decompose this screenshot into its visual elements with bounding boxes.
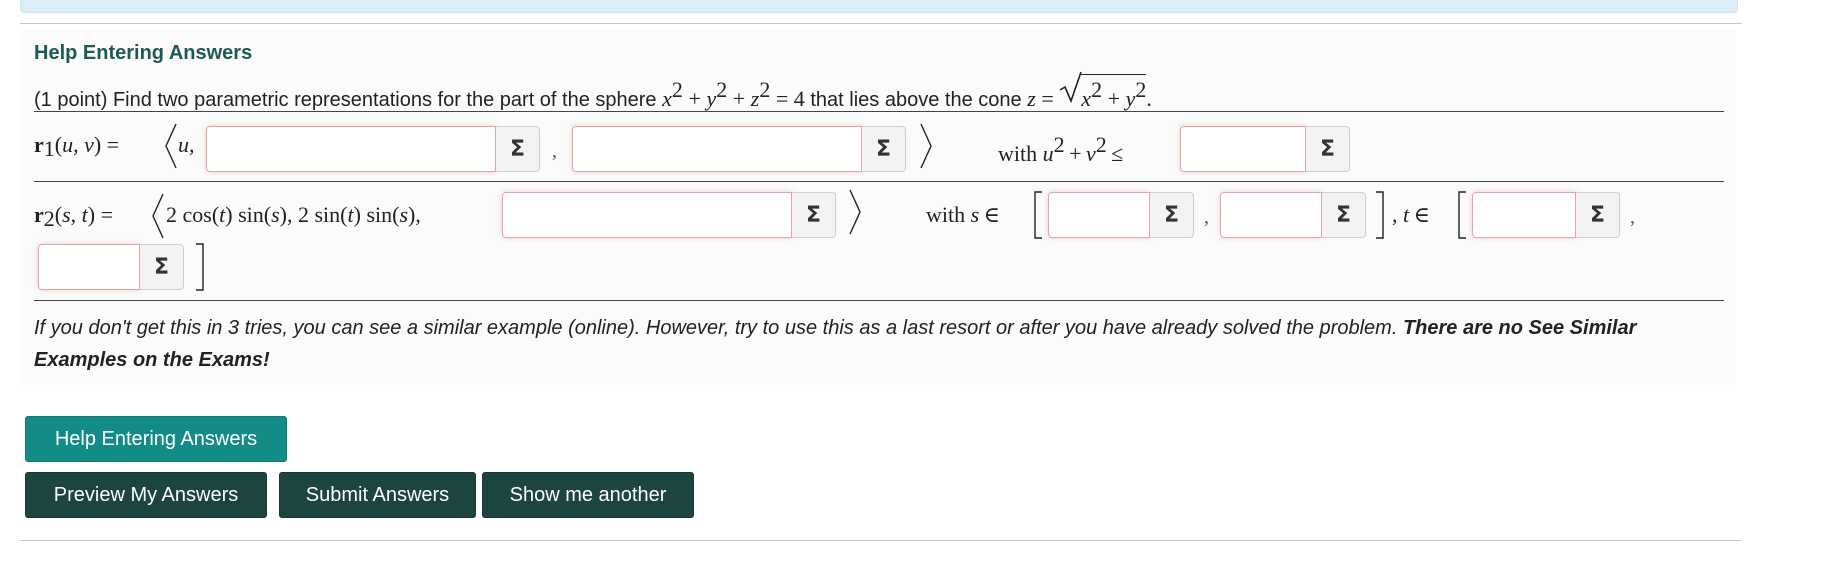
sigma-icon[interactable]: Σ (1322, 192, 1366, 238)
page: Help Entering Answers (1 point) Find two… (0, 0, 1835, 579)
sigma-icon[interactable]: Σ (1150, 192, 1194, 238)
help-entering-answers-link[interactable]: Help Entering Answers (34, 42, 252, 65)
comma: , (1204, 206, 1209, 228)
right-square-bracket (1376, 191, 1384, 239)
top-alert-bar (20, 0, 1738, 13)
s-lower-bound[interactable] (1048, 192, 1150, 238)
similar-example-note: If you don't get this in 3 tries, you ca… (34, 312, 1734, 376)
divider-3 (34, 300, 1724, 301)
r1-answer-1[interactable] (206, 126, 496, 172)
problem-statement-a: Find two parametric representations for … (112, 89, 657, 111)
r1-constraint: with u2 + v2 ≤ (998, 132, 1124, 166)
s-upper-bound[interactable] (1220, 192, 1322, 238)
r1-label: r1(u, v) = (34, 132, 120, 161)
submit-answers-button[interactable]: Submit Answers (279, 472, 476, 518)
r1-constraint-answer[interactable] (1180, 126, 1306, 172)
left-square-bracket (1458, 191, 1466, 239)
show-another-button[interactable]: Show me another (482, 472, 694, 518)
r2-label: r2(s, t) = (34, 202, 114, 231)
sphere-equation: x2 + y2 + z2 = 4 (662, 77, 805, 111)
note-text: If you don't get this in 3 tries, you ca… (34, 317, 1398, 339)
problem-statement-b: that lies above the cone (810, 89, 1022, 111)
right-angle-bracket (849, 189, 861, 235)
top-divider (20, 23, 1742, 24)
left-angle-bracket (165, 123, 177, 169)
sigma-icon[interactable]: Σ (1306, 126, 1350, 172)
preview-answers-button[interactable]: Preview My Answers (25, 472, 267, 518)
left-angle-bracket (152, 193, 164, 239)
cone-equation: z = x2 + y2 . (1027, 71, 1152, 111)
t-range-label: , t ∈ (1392, 202, 1430, 227)
right-square-bracket (196, 243, 204, 291)
divider-2 (34, 181, 1724, 182)
bottom-divider (20, 540, 1742, 541)
divider-1 (34, 111, 1724, 112)
problem-points: (1 point) (34, 89, 108, 111)
right-angle-bracket (920, 123, 932, 169)
sigma-icon[interactable]: Σ (496, 126, 540, 172)
r2-answer-3rd-component[interactable] (502, 192, 792, 238)
sigma-icon[interactable]: Σ (862, 126, 906, 172)
t-upper-bound[interactable] (38, 244, 140, 290)
sigma-icon[interactable]: Σ (140, 244, 184, 290)
s-range-label: with s ∈ (926, 202, 1000, 227)
comma: , (1630, 206, 1635, 228)
r1-answer-2[interactable] (572, 126, 862, 172)
sigma-icon[interactable]: Σ (792, 192, 836, 238)
comma: , (552, 140, 557, 162)
r1-first-component: u, (178, 132, 195, 157)
r2-components: 2 cos(t) sin(s), 2 sin(t) sin(s), (166, 202, 421, 227)
help-entering-answers-button[interactable]: Help Entering Answers (25, 416, 287, 462)
sigma-icon[interactable]: Σ (1576, 192, 1620, 238)
left-square-bracket (1034, 191, 1042, 239)
problem-prompt: (1 point) Find two parametric representa… (34, 71, 1152, 112)
t-lower-bound[interactable] (1472, 192, 1576, 238)
